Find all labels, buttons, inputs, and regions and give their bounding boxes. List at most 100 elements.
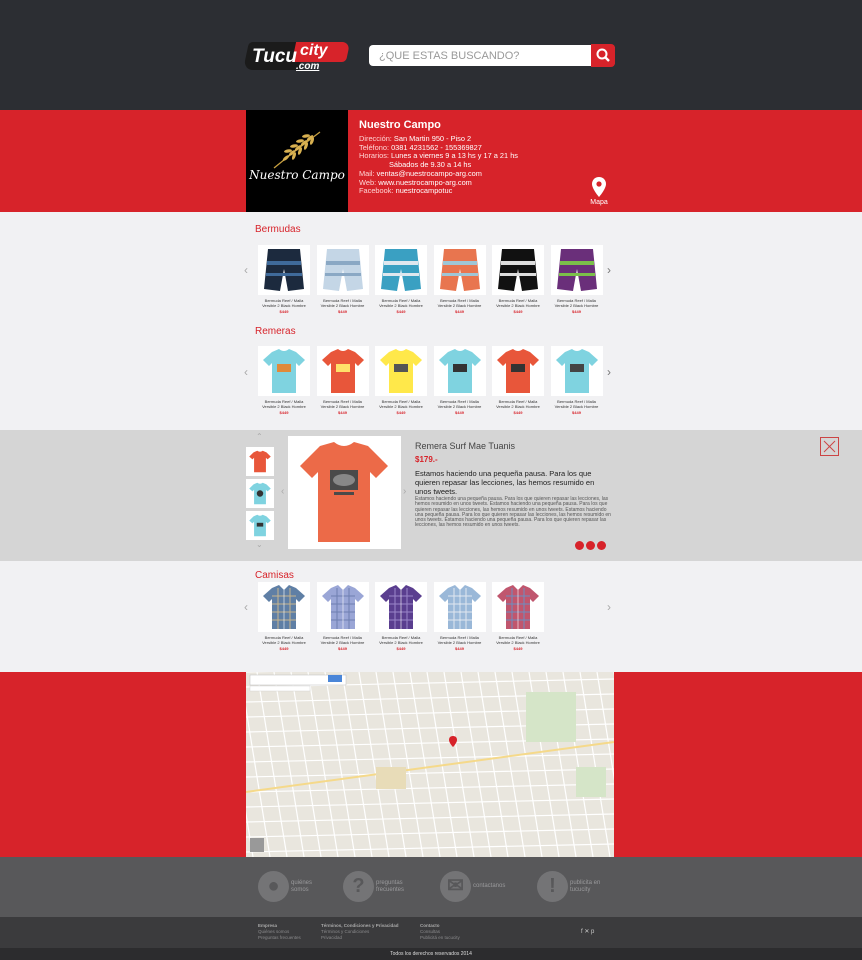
- footer-link-label[interactable]: contactanos: [473, 883, 505, 890]
- camisas-product-card[interactable]: Bermuda Reef / Malla Versible 2 Black Hom…: [316, 582, 369, 651]
- product-image[interactable]: [316, 346, 369, 396]
- product-caption: Bermuda Reef / Malla Versible 2 Black Hom…: [375, 635, 427, 645]
- product-image[interactable]: [492, 346, 544, 396]
- product-image[interactable]: [492, 582, 544, 632]
- tshirt-image: [263, 349, 305, 393]
- alert-icon[interactable]: !: [537, 871, 568, 902]
- footer-col2-title: Términos, Condiciones y Privacidad: [321, 923, 399, 928]
- detail-lead-text: Estamos haciendo una pequeña pausa. Para…: [415, 469, 595, 496]
- product-caption-line2: Versible 2 Black Hombre: [379, 640, 423, 645]
- shirt-image: [263, 585, 305, 629]
- product-caption-line2: Versible 2 Black Hombre: [379, 303, 423, 308]
- bermudas-product-card[interactable]: Bermuda Reef / Malla Versible 2 Black Hom…: [492, 245, 544, 314]
- remeras-product-card[interactable]: Bermuda Reef / Malla Versible 2 Black Hom…: [316, 346, 369, 415]
- footer-link-label[interactable]: publicita en tucucity: [570, 880, 600, 894]
- product-caption-line2: Versible 2 Black Hombre: [320, 404, 365, 409]
- shirt-thumbnail-image: [249, 482, 271, 505]
- shirt-image: [497, 585, 539, 629]
- thumb-down-arrow[interactable]: ⌄: [256, 540, 263, 549]
- remeras-product-card[interactable]: Bermuda Reef / Malla Versible 2 Black Hom…: [433, 346, 486, 415]
- product-price: $449: [279, 646, 289, 651]
- search-input[interactable]: [369, 45, 591, 66]
- product-caption-line2: Versible 2 Black Hombre: [554, 404, 599, 409]
- product-image[interactable]: [550, 346, 603, 396]
- product-image[interactable]: [375, 245, 427, 295]
- close-detail-button[interactable]: [820, 437, 839, 456]
- product-image[interactable]: [433, 582, 486, 632]
- camisas-product-card[interactable]: Bermuda Reef / Malla Versible 2 Black Hom…: [375, 582, 427, 651]
- detail-price: $179.-: [415, 455, 438, 464]
- product-image[interactable]: [316, 245, 369, 295]
- camisas-next-arrow[interactable]: ›: [607, 600, 611, 614]
- bermudas-product-card[interactable]: Bermuda Reef / Malla Versible 2 Black Hom…: [316, 245, 369, 314]
- bermudas-next-arrow[interactable]: ›: [607, 263, 611, 277]
- camisas-product-card[interactable]: Bermuda Reef / Malla Versible 2 Black Hom…: [258, 582, 310, 651]
- bermudas-product-card[interactable]: Bermuda Reef / Malla Versible 2 Black Hom…: [550, 245, 603, 314]
- mail-value[interactable]: ventas@nuestrocampo-arg.com: [377, 169, 482, 178]
- product-image[interactable]: [550, 245, 603, 295]
- mail-icon[interactable]: ✉: [440, 871, 471, 902]
- bermudas-prev-arrow[interactable]: ‹: [244, 263, 248, 277]
- thumb-up-arrow[interactable]: ⌃: [256, 432, 263, 441]
- detail-next-arrow[interactable]: ›: [403, 486, 406, 497]
- product-image[interactable]: [316, 582, 369, 632]
- product-image[interactable]: [258, 582, 310, 632]
- store-map[interactable]: [246, 672, 614, 857]
- wheat-icon: [273, 131, 321, 169]
- footer-link-publicita[interactable]: Publicitá en tucucity: [420, 935, 460, 940]
- shirt-image: [380, 585, 422, 629]
- remeras-product-card[interactable]: Bermuda Reef / Malla Versible 2 Black Hom…: [492, 346, 544, 415]
- remeras-prev-arrow[interactable]: ‹: [244, 365, 248, 379]
- thumbnail-2[interactable]: [246, 479, 274, 508]
- product-caption: Bermuda Reef / Malla Versible 2 Black Hom…: [551, 298, 603, 308]
- remeras-product-card[interactable]: Bermuda Reef / Malla Versible 2 Black Hom…: [375, 346, 427, 415]
- copyright: Todos los derechos reservados 2014: [0, 948, 862, 960]
- section-title-remeras: Remeras: [255, 326, 296, 337]
- thumbnail-3[interactable]: [246, 511, 274, 540]
- store-logo: Nuestro Campo: [246, 110, 348, 212]
- camisas-prev-arrow[interactable]: ‹: [244, 600, 248, 614]
- question-icon[interactable]: ?: [343, 871, 374, 902]
- detail-prev-arrow[interactable]: ‹: [281, 486, 284, 497]
- product-price: $449: [513, 646, 523, 651]
- user-icon[interactable]: ●: [258, 871, 289, 902]
- product-image[interactable]: [492, 245, 544, 295]
- site-logo[interactable]: Tucu city .com: [243, 42, 351, 72]
- bermudas-product-card[interactable]: Bermuda Reef / Malla Versible 2 Black Hom…: [375, 245, 427, 314]
- product-image[interactable]: [375, 346, 427, 396]
- product-caption-line2: Versible 2 Black Hombre: [262, 404, 306, 409]
- search-button[interactable]: [591, 44, 615, 67]
- remeras-product-card[interactable]: Bermuda Reef / Malla Versible 2 Black Hom…: [258, 346, 310, 415]
- camisas-product-card[interactable]: Bermuda Reef / Malla Versible 2 Black Hom…: [433, 582, 486, 651]
- remeras-next-arrow[interactable]: ›: [607, 365, 611, 379]
- footer-link-privacidad[interactable]: Privacidad: [321, 935, 342, 940]
- footer-social-icons[interactable]: f ✕ p: [581, 928, 594, 935]
- product-image[interactable]: [375, 582, 427, 632]
- footer-link-consultas[interactable]: Consultas: [420, 929, 440, 934]
- shirt-thumbnail-image: [249, 514, 271, 537]
- product-image[interactable]: [258, 346, 310, 396]
- twitter-icon[interactable]: [586, 541, 595, 550]
- map-button[interactable]: Mapa: [587, 177, 611, 207]
- product-image[interactable]: [258, 245, 310, 295]
- facebook-icon[interactable]: [575, 541, 584, 550]
- product-image[interactable]: [433, 346, 486, 396]
- facebook-value[interactable]: nuestrocampotuc: [396, 186, 453, 195]
- bermudas-product-card[interactable]: Bermuda Reef / Malla Versible 2 Black Hom…: [258, 245, 310, 314]
- product-caption: Bermuda Reef / Malla Versible 2 Black Hom…: [551, 399, 603, 409]
- web-value[interactable]: www.nuestrocampo-arg.com: [378, 178, 472, 187]
- footer-col1-title: Empresa: [258, 923, 278, 928]
- mail-share-icon[interactable]: [597, 541, 606, 550]
- detail-body-text: Estamos haciendo una pequeña pausa. Para…: [415, 496, 611, 529]
- footer-link-preguntas[interactable]: Preguntas frecuentes: [258, 935, 301, 940]
- search-bar: [369, 44, 615, 67]
- product-image[interactable]: [433, 245, 486, 295]
- footer-link-quienes[interactable]: Quiénes somos: [258, 929, 289, 934]
- bermudas-product-card[interactable]: Bermuda Reef / Malla Versible 2 Black Hom…: [433, 245, 486, 314]
- thumbnail-1[interactable]: [246, 447, 274, 476]
- camisas-product-card[interactable]: Bermuda Reef / Malla Versible 2 Black Hom…: [492, 582, 544, 651]
- remeras-product-card[interactable]: Bermuda Reef / Malla Versible 2 Black Hom…: [550, 346, 603, 415]
- footer-link-terminos[interactable]: Términos y Condiciones: [321, 929, 369, 934]
- footer-link-label[interactable]: quiénes somos: [291, 880, 312, 894]
- footer-link-label[interactable]: preguntas frecuentes: [376, 880, 404, 894]
